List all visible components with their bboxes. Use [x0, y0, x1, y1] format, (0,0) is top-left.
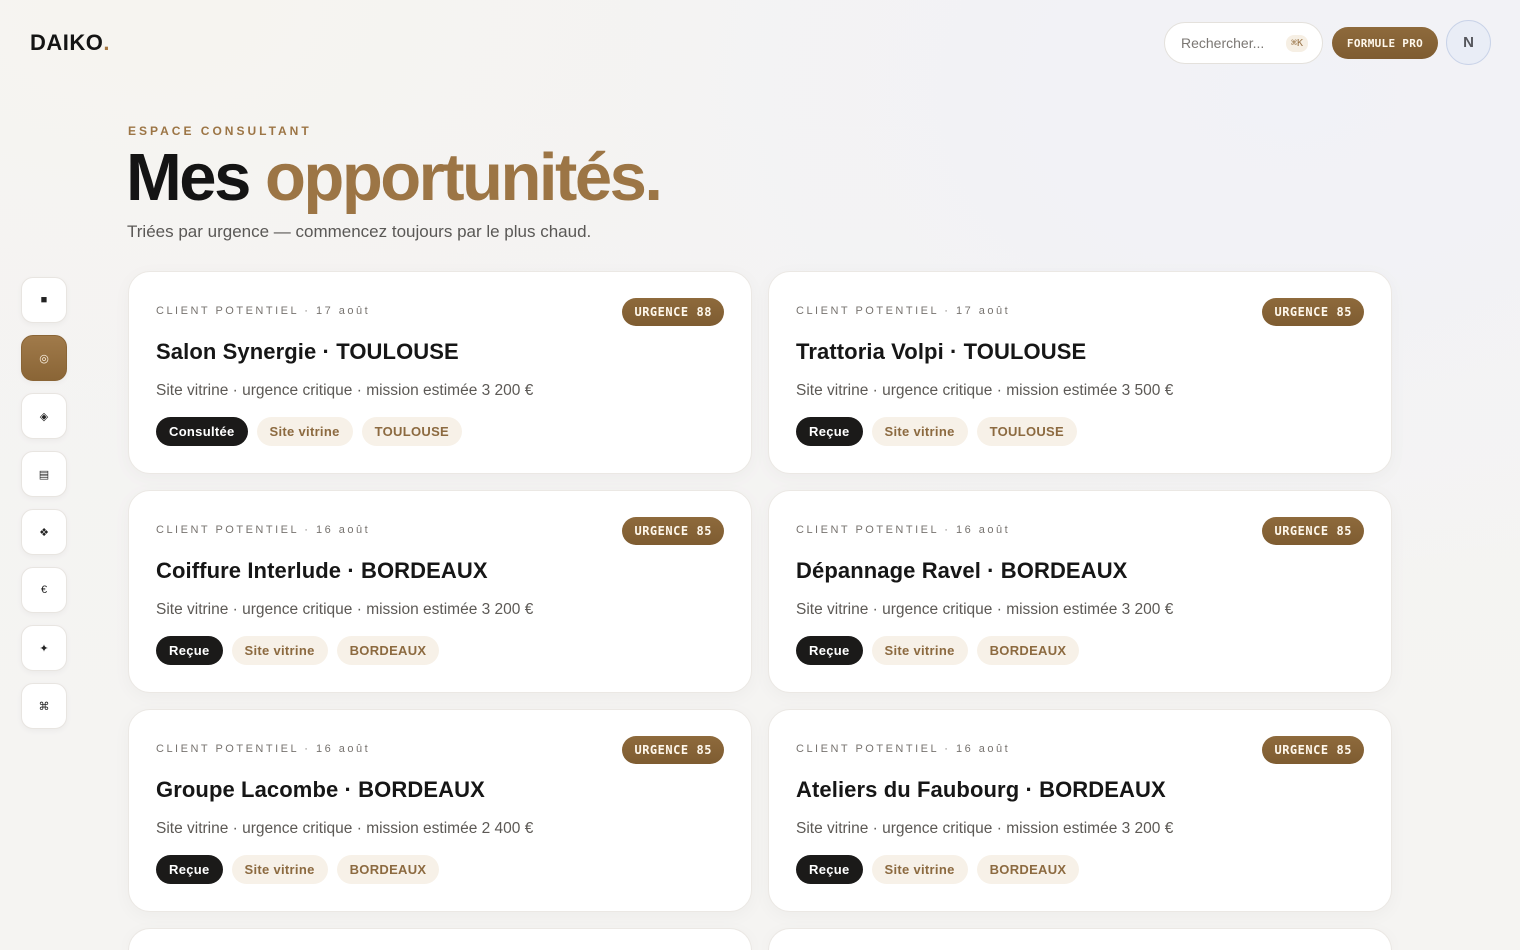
page-title-accent: opportunités. — [264, 140, 663, 215]
search-placeholder: Rechercher... — [1181, 35, 1265, 51]
sidebar-item-target[interactable]: ◎ — [21, 335, 67, 381]
sidebar-item-sparkle[interactable]: ✦ — [21, 625, 67, 671]
urgency-score: 85 — [1336, 524, 1352, 538]
diamond-icon: ◈ — [39, 410, 49, 423]
city-tag: BORDEAUX — [336, 636, 440, 665]
card-tags: Reçue Site vitrine BORDEAUX — [796, 855, 1080, 884]
urgency-badge: URGENCE 85 — [1262, 298, 1364, 326]
page-eyebrow: ESPACE CONSULTANT — [128, 124, 312, 138]
urgency-label: URGENCE — [634, 524, 689, 538]
urgency-badge: URGENCE 85 — [1262, 736, 1364, 764]
sidebar-item-grid[interactable]: ■ — [21, 277, 67, 323]
card-title: Groupe Lacombe · BORDEAUX — [156, 777, 485, 802]
card-title: Coiffure Interlude · BORDEAUX — [156, 558, 488, 583]
city-tag: BORDEAUX — [336, 855, 440, 884]
type-tag: Site vitrine — [256, 417, 353, 446]
status-tag: Reçue — [796, 417, 863, 446]
city-tag: TOULOUSE — [361, 417, 463, 446]
opportunity-card[interactable]: CLIENT POTENTIEL · 17 août URGENCE 88 Sal… — [128, 271, 752, 474]
urgency-label: URGENCE — [634, 743, 689, 757]
avatar[interactable]: N — [1446, 20, 1491, 65]
search-shortcut-badge: ⌘K — [1285, 34, 1308, 52]
urgency-score: 88 — [696, 305, 712, 319]
sidebar-item-diamond[interactable]: ◈ — [21, 393, 67, 439]
urgency-label: URGENCE — [634, 305, 689, 319]
card-description: Site vitrine · urgence critique · missio… — [156, 601, 534, 618]
status-tag: Reçue — [796, 855, 863, 884]
logo[interactable]: DAIKO. — [30, 30, 110, 56]
target-icon: ◎ — [39, 352, 49, 365]
card-title: Trattoria Volpi · TOULOUSE — [796, 339, 1087, 364]
page-title-plain: Mes — [126, 140, 251, 215]
city-tag: TOULOUSE — [976, 417, 1077, 446]
card-description: Site vitrine · urgence critique · missio… — [796, 601, 1174, 618]
city-tag: BORDEAUX — [976, 855, 1080, 884]
formule-pro-button[interactable]: FORMULE PRO — [1332, 27, 1438, 59]
urgency-score: 85 — [1336, 743, 1352, 757]
card-title: Salon Synergie · TOULOUSE — [156, 339, 459, 364]
type-tag: Site vitrine — [871, 636, 968, 665]
opportunity-card[interactable]: CLIENT POTENTIEL · 16 août URGENCE 85 Ate… — [768, 709, 1392, 912]
sparkle-icon: ✦ — [39, 642, 49, 655]
card-description: Site vitrine · urgence critique · missio… — [156, 382, 534, 399]
city-tag: BORDEAUX — [976, 636, 1080, 665]
command-icon: ⌘ — [38, 700, 50, 713]
urgency-badge: URGENCE 85 — [1262, 517, 1364, 545]
urgency-score: 85 — [1336, 305, 1352, 319]
page-title: Mes opportunités. — [126, 138, 663, 218]
card-title: Ateliers du Faubourg · BORDEAUX — [796, 777, 1166, 802]
opportunity-card[interactable]: CLIENT POTENTIEL · 16 août URGENCE 85 Gro… — [128, 709, 752, 912]
network-icon: ❖ — [39, 526, 49, 539]
euro-icon: € — [40, 584, 48, 596]
urgency-score: 85 — [696, 743, 712, 757]
type-tag: Site vitrine — [871, 855, 968, 884]
urgency-badge: URGENCE 88 — [622, 298, 724, 326]
grid-icon: ■ — [40, 294, 48, 306]
search-input[interactable]: Rechercher... ⌘K — [1164, 22, 1323, 64]
urgency-label: URGENCE — [1274, 743, 1329, 757]
card-meta: CLIENT POTENTIEL · 17 août — [796, 305, 1011, 317]
opportunity-card-partial[interactable] — [768, 928, 1392, 950]
type-tag: Site vitrine — [231, 636, 328, 665]
urgency-badge: URGENCE 85 — [622, 517, 724, 545]
card-tags: Consultée Site vitrine TOULOUSE — [156, 417, 463, 446]
document-icon: ▤ — [38, 468, 50, 481]
card-meta: CLIENT POTENTIEL · 16 août — [796, 524, 1011, 536]
urgency-badge: URGENCE 85 — [622, 736, 724, 764]
opportunity-card[interactable]: CLIENT POTENTIEL · 17 août URGENCE 85 Tra… — [768, 271, 1392, 474]
status-tag: Reçue — [156, 855, 223, 884]
card-description: Site vitrine · urgence critique · missio… — [796, 820, 1174, 837]
status-tag: Reçue — [796, 636, 863, 665]
sidebar-item-network[interactable]: ❖ — [21, 509, 67, 555]
opportunity-card-partial[interactable] — [128, 928, 752, 950]
card-description: Site vitrine · urgence critique · missio… — [796, 382, 1174, 399]
sidebar-item-document[interactable]: ▤ — [21, 451, 67, 497]
logo-dot: . — [103, 30, 111, 55]
sidebar-item-euro[interactable]: € — [21, 567, 67, 613]
card-tags: Reçue Site vitrine BORDEAUX — [156, 855, 440, 884]
card-meta: CLIENT POTENTIEL · 16 août — [796, 743, 1011, 755]
opportunity-card[interactable]: CLIENT POTENTIEL · 16 août URGENCE 85 Dép… — [768, 490, 1392, 693]
urgency-label: URGENCE — [1274, 524, 1329, 538]
card-title: Dépannage Ravel · BORDEAUX — [796, 558, 1128, 583]
card-meta: CLIENT POTENTIEL · 16 août — [156, 524, 371, 536]
type-tag: Site vitrine — [231, 855, 328, 884]
status-tag: Consultée — [156, 417, 248, 446]
card-tags: Reçue Site vitrine BORDEAUX — [156, 636, 440, 665]
opportunity-card[interactable]: CLIENT POTENTIEL · 16 août URGENCE 85 Coi… — [128, 490, 752, 693]
urgency-score: 85 — [696, 524, 712, 538]
sidebar-item-command[interactable]: ⌘ — [21, 683, 67, 729]
status-tag: Reçue — [156, 636, 223, 665]
page-subtitle: Triées par urgence — commencez toujours … — [127, 222, 592, 241]
card-tags: Reçue Site vitrine TOULOUSE — [796, 417, 1077, 446]
urgency-label: URGENCE — [1274, 305, 1329, 319]
card-description: Site vitrine · urgence critique · missio… — [156, 820, 534, 837]
type-tag: Site vitrine — [871, 417, 968, 446]
card-meta: CLIENT POTENTIEL · 17 août — [156, 305, 371, 317]
card-meta: CLIENT POTENTIEL · 16 août — [156, 743, 371, 755]
card-tags: Reçue Site vitrine BORDEAUX — [796, 636, 1080, 665]
